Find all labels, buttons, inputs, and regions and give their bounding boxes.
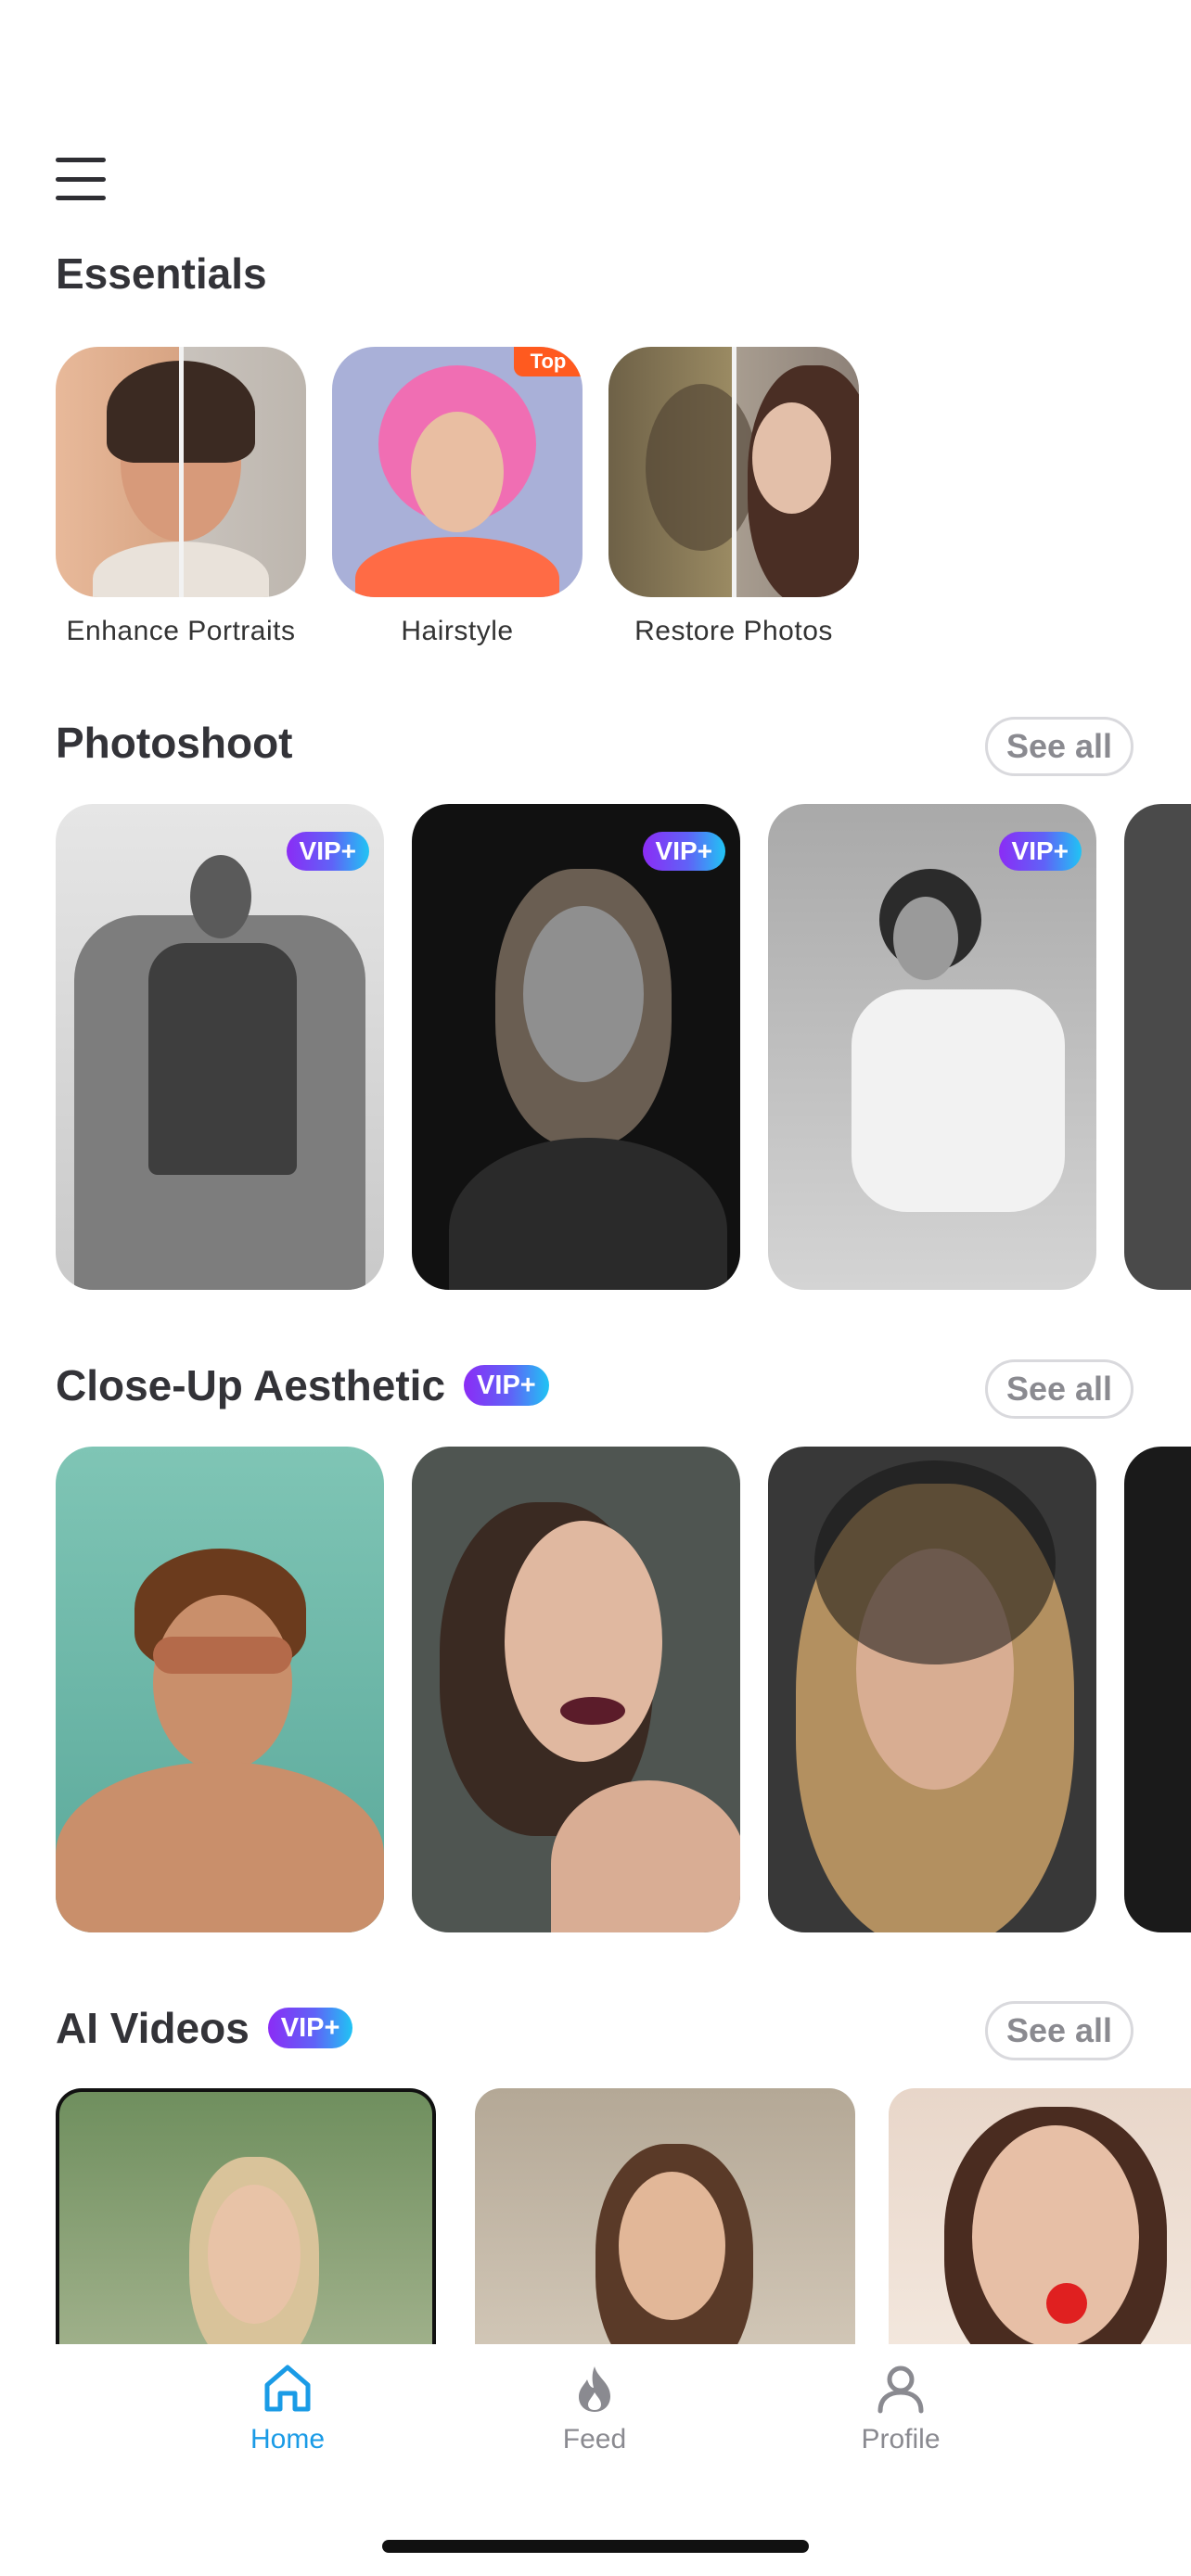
restore-photos-label: Restore Photos: [634, 616, 833, 646]
vip-badge: VIP+: [267, 2008, 353, 2048]
enhance-portraits-label: Enhance Portraits: [66, 616, 296, 646]
tab-feed-label: Feed: [562, 2424, 627, 2455]
man-suit: [148, 943, 297, 1175]
closeup-see-all-button[interactable]: See all: [985, 1359, 1133, 1419]
veil: [814, 1460, 1056, 1664]
model-face: [411, 412, 504, 532]
tab-feed[interactable]: Feed: [502, 2363, 687, 2455]
photoshoot-see-all-button[interactable]: See all: [985, 717, 1133, 776]
restored-face: [752, 402, 831, 514]
photoshoot-title: Photoshoot: [56, 719, 293, 767]
restore-photos-card[interactable]: [608, 347, 859, 597]
before-after-divider: [179, 347, 184, 597]
woman-face: [619, 2172, 725, 2320]
closeup-title: Close-Up Aesthetic VIP+: [56, 1364, 549, 1407]
man-chest: [56, 1762, 384, 1932]
ai-videos-title-text: AI Videos: [56, 2004, 250, 2052]
home-indicator: [382, 2540, 809, 2553]
woman-face: [523, 906, 644, 1082]
closeup-card-3[interactable]: [768, 1447, 1096, 1932]
essentials-title: Essentials: [56, 249, 267, 298]
hairstyle-card[interactable]: Top: [332, 347, 583, 597]
old-photo-face: [646, 384, 757, 551]
home-icon: [264, 2365, 311, 2412]
dark-lips: [560, 1697, 625, 1725]
vip-badge: VIP+: [998, 832, 1082, 871]
flame-icon: [579, 2366, 610, 2412]
man-face: [153, 1595, 292, 1771]
vip-badge: VIP+: [464, 1365, 549, 1406]
person-icon: [877, 2366, 924, 2414]
photoshoot-card-4[interactable]: [1124, 804, 1191, 1290]
photoshoot-card-2[interactable]: VIP+: [412, 804, 740, 1290]
top-badge: Top: [514, 347, 583, 376]
woman-face: [208, 2185, 301, 2324]
sunglasses: [153, 1637, 292, 1674]
woman-face: [505, 1521, 662, 1762]
hairstyle-label: Hairstyle: [401, 616, 514, 646]
ai-video-card-3[interactable]: [889, 2088, 1191, 2346]
before-after-divider: [732, 347, 736, 597]
photoshoot-card-3[interactable]: VIP+: [768, 804, 1096, 1290]
model-face: [893, 897, 958, 980]
vip-badge: VIP+: [286, 832, 369, 871]
menu-icon[interactable]: [56, 158, 106, 200]
woman-shoulders: [449, 1138, 727, 1290]
enhance-portraits-card[interactable]: [56, 347, 306, 597]
closeup-card-1[interactable]: [56, 1447, 384, 1932]
tab-profile-label: Profile: [861, 2424, 941, 2455]
tab-profile[interactable]: Profile: [808, 2363, 993, 2455]
tab-home-label: Home: [250, 2424, 326, 2455]
closeup-title-text: Close-Up Aesthetic: [56, 1361, 446, 1409]
ai-videos-title: AI Videos VIP+: [56, 2004, 353, 2052]
red-bubble: [1046, 2283, 1087, 2324]
red-shirt: [355, 537, 559, 597]
ai-video-card-2[interactable]: [475, 2088, 855, 2346]
vip-badge: VIP+: [642, 832, 725, 871]
closeup-card-2[interactable]: [412, 1447, 740, 1932]
ai-videos-see-all-button[interactable]: See all: [985, 2001, 1133, 2060]
white-fur-coat: [852, 989, 1065, 1212]
ai-video-card-1[interactable]: [56, 2088, 436, 2346]
photoshoot-card-1[interactable]: VIP+: [56, 804, 384, 1290]
closeup-card-4[interactable]: [1124, 1447, 1191, 1932]
man-head: [190, 855, 251, 938]
tab-home[interactable]: Home: [195, 2363, 380, 2455]
